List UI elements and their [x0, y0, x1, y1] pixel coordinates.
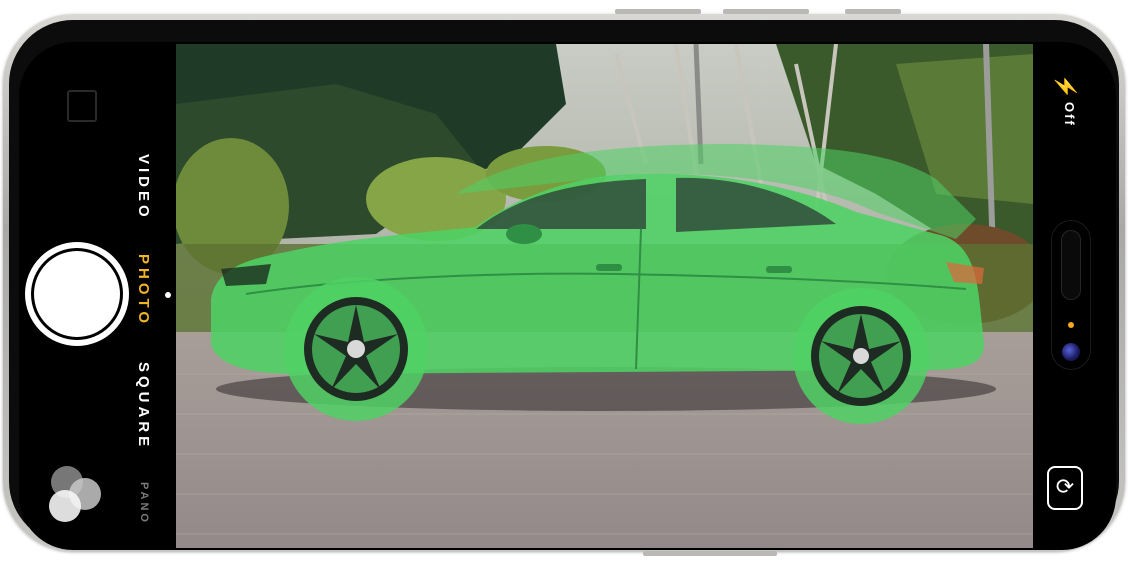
mode-selected-dot [165, 292, 171, 298]
filters-icon[interactable] [47, 466, 103, 524]
camera-flip-icon[interactable]: ⟳ [1047, 466, 1083, 510]
front-wheel [284, 277, 428, 421]
last-photo-thumbnail[interactable] [67, 90, 97, 122]
front-camera-lens-icon [1062, 343, 1080, 361]
mode-pano[interactable]: PANO [138, 482, 150, 525]
mode-video[interactable]: VIDEO [135, 154, 152, 221]
flash-icon[interactable]: ⚡ [1053, 74, 1078, 99]
shutter-button[interactable] [25, 242, 129, 346]
power-button [643, 551, 777, 556]
mode-photo[interactable]: PHOTO [135, 254, 152, 327]
flash-status-label[interactable]: Off [1062, 102, 1077, 127]
shutter-ring [31, 248, 123, 340]
rear-wheel [793, 288, 929, 424]
camera-in-use-indicator [1068, 322, 1074, 328]
phone-frame: VIDEO PHOTO SQUARE PANO ⚡ Off ⟳ [3, 9, 1125, 556]
camera-viewfinder[interactable] [176, 44, 1033, 548]
volume-down-button [723, 9, 809, 14]
camera-screen: VIDEO PHOTO SQUARE PANO ⚡ Off ⟳ [19, 42, 1116, 550]
island-slot [1061, 230, 1081, 300]
shutter-button-icon [34, 251, 120, 337]
action-button [845, 9, 901, 14]
mode-square[interactable]: SQUARE [135, 362, 152, 450]
volume-up-button [615, 9, 701, 14]
dynamic-island [1051, 220, 1091, 370]
